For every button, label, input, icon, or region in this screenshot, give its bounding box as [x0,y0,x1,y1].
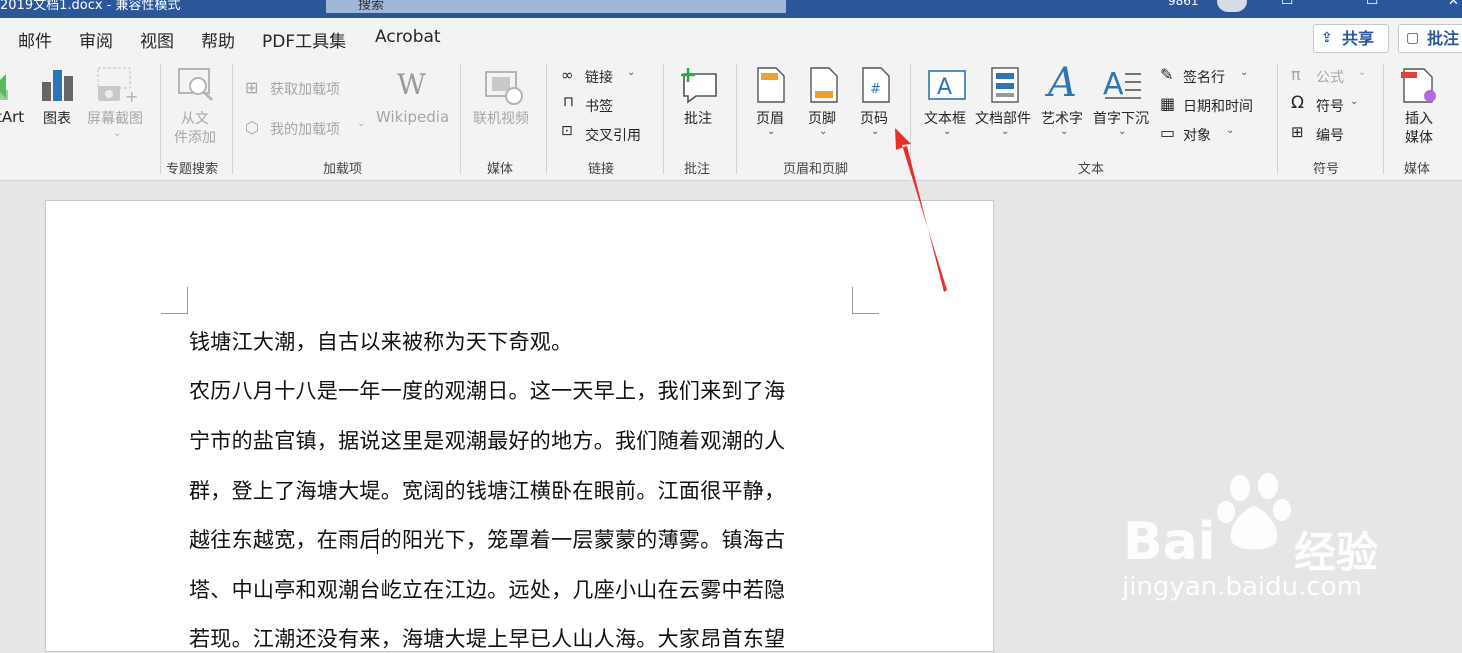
watermark-brand: Bai [1123,512,1216,572]
watermark-url: jingyan.baidu.com [1122,572,1362,602]
watermark-brand-cn: 经验 [1294,528,1379,577]
